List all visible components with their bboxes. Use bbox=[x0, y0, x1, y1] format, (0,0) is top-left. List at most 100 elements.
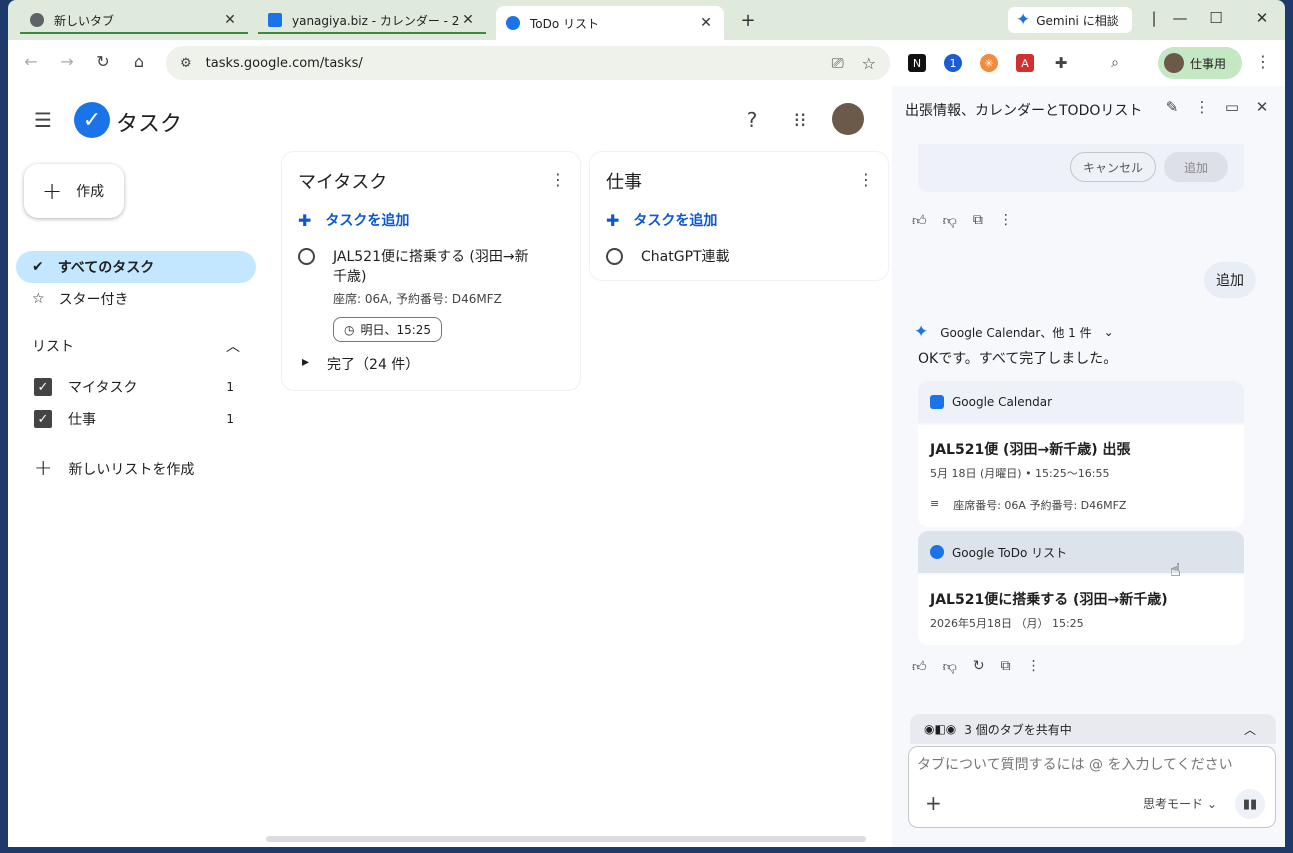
thumbs-up-icon[interactable]: 👍︎ bbox=[912, 658, 927, 675]
window-close-icon[interactable]: ✕ bbox=[1252, 9, 1272, 27]
tasks-logo-icon: ✓ bbox=[74, 102, 110, 138]
back-icon[interactable]: ← bbox=[20, 52, 42, 71]
gemini-button[interactable]: ✦ Gemini に相談 bbox=[1008, 7, 1132, 33]
task-complete-radio[interactable] bbox=[298, 248, 315, 265]
due-date-chip[interactable]: ◷ 明日、15:25 bbox=[333, 317, 443, 342]
task-list-card: マイタスク ⋮ ✚ タスクを追加 JAL521便に搭乗する (羽田→新千歳) 座… bbox=[282, 152, 580, 390]
pdf-icon[interactable]: A bbox=[1016, 54, 1034, 72]
tab-new-tab[interactable]: 新しいタブ ✕ bbox=[20, 8, 248, 34]
tab-search-icon[interactable]: ⌕ bbox=[1106, 54, 1124, 72]
task-list-card: 仕事 ⋮ ✚ タスクを追加 ChatGPT連載 bbox=[590, 152, 888, 280]
add-button[interactable]: 追加 bbox=[1164, 152, 1228, 182]
more-vert-icon[interactable]: ⋮ bbox=[1027, 658, 1041, 675]
star-icon[interactable]: ☆ bbox=[862, 54, 876, 73]
help-icon[interactable]: ? bbox=[740, 108, 764, 132]
voice-icon[interactable]: ▮▮ bbox=[1235, 789, 1265, 819]
horizontal-scrollbar[interactable] bbox=[266, 836, 866, 842]
event-title: JAL521便 (羽田→新千歳) 出張 bbox=[930, 442, 1131, 458]
address-bar[interactable]: ⚙ tasks.google.com/tasks/ ⎚ ☆ bbox=[166, 46, 890, 80]
profile-label: 仕事用 bbox=[1190, 56, 1227, 71]
menu-icon[interactable]: ⋮ bbox=[1252, 52, 1274, 71]
calendar-result-card[interactable]: Google Calendar JAL521便 (羽田→新千歳) 出張 5月 1… bbox=[918, 381, 1244, 527]
prompt-input[interactable] bbox=[917, 757, 1257, 773]
task-item[interactable]: JAL521便に搭乗する (羽田→新千歳) 座席: 06A, 予約番号: D46… bbox=[298, 246, 533, 342]
notion-icon[interactable]: N bbox=[908, 54, 926, 72]
mode-selector[interactable]: 思考モード ⌄ bbox=[1143, 795, 1217, 812]
thumbs-down-icon[interactable]: 👎︎ bbox=[943, 658, 957, 675]
extensions-icon[interactable]: ✚ bbox=[1052, 54, 1070, 72]
chevron-up-icon[interactable]: ︿ bbox=[226, 336, 240, 356]
chevron-up-icon[interactable]: ︿ bbox=[1244, 721, 1256, 738]
install-icon[interactable]: ⎚ bbox=[832, 54, 844, 72]
event-time: 5月 18日 (月曜日) • 15:25～16:55 bbox=[930, 467, 1110, 480]
tab-calendar[interactable]: yanagiya.biz - カレンダー - 2026年 ✕ bbox=[258, 8, 486, 34]
regenerate-icon[interactable]: ↻ bbox=[973, 658, 985, 675]
close-icon[interactable]: ✕ bbox=[1252, 98, 1272, 116]
copy-icon[interactable]: ⧉ bbox=[973, 212, 983, 229]
profile-button[interactable]: 仕事用 bbox=[1158, 47, 1242, 79]
password-manager-icon[interactable]: 1 bbox=[944, 54, 962, 72]
list-name: 仕事 bbox=[68, 412, 96, 428]
add-task-label: タスクを追加 bbox=[325, 213, 410, 229]
apps-grid-icon[interactable]: ⁝⁝ bbox=[788, 108, 812, 132]
nav-starred[interactable]: ☆ スター付き bbox=[16, 283, 256, 315]
source-label: Google Calendar、他 1 件 bbox=[940, 325, 1092, 340]
close-icon[interactable]: ✕ bbox=[460, 12, 476, 28]
close-icon[interactable]: ✕ bbox=[222, 12, 238, 28]
clock-icon: ◷ bbox=[344, 322, 355, 337]
response-text: OKです。すべて完了しました。 bbox=[918, 351, 1118, 367]
checkbox-checked-icon[interactable]: ✓ bbox=[34, 410, 52, 428]
maximize-icon[interactable]: ☐ bbox=[1206, 9, 1226, 27]
task-complete-radio[interactable] bbox=[606, 248, 623, 265]
list-item-my-tasks[interactable]: ✓ マイタスク 1 bbox=[34, 377, 234, 397]
shared-tabs-label: 3 個のタブを共有中 bbox=[964, 722, 1072, 737]
forward-icon[interactable]: → bbox=[56, 52, 78, 71]
tab-title: 新しいタブ bbox=[54, 13, 115, 28]
shared-tabs-row[interactable]: ◉◧◉ 3 個のタブを共有中 ︿ bbox=[910, 714, 1276, 744]
create-button[interactable]: + 作成 bbox=[24, 164, 124, 218]
plus-icon[interactable]: + bbox=[925, 791, 942, 815]
site-info-icon[interactable]: ⚙ bbox=[180, 56, 192, 71]
avatar bbox=[1164, 53, 1184, 73]
card-header: Google ToDo リスト bbox=[952, 545, 1068, 560]
more-vert-icon[interactable]: ⋮ bbox=[550, 170, 566, 189]
star-icon: ☆ bbox=[32, 291, 45, 307]
lists-header[interactable]: リスト ︿ bbox=[32, 336, 240, 356]
more-vert-icon[interactable]: ⋮ bbox=[858, 170, 874, 189]
nav-label: スター付き bbox=[58, 292, 129, 308]
edit-icon[interactable]: ✎ bbox=[1162, 98, 1182, 116]
add-task-button[interactable]: ✚ タスクを追加 bbox=[606, 210, 717, 230]
dock-icon[interactable]: ▭ bbox=[1222, 98, 1242, 116]
feedback-row: 👍︎ 👎︎ ↻ ⧉ ⋮ bbox=[912, 658, 1041, 675]
home-icon[interactable]: ⌂ bbox=[128, 52, 150, 71]
task-title: JAL521便に搭乗する (羽田→新千歳) bbox=[333, 249, 529, 285]
tab-title: yanagiya.biz - カレンダー - 2026年 bbox=[292, 13, 460, 28]
close-icon[interactable]: ✕ bbox=[698, 15, 714, 31]
add-task-button[interactable]: ✚ タスクを追加 bbox=[298, 210, 409, 230]
hamburger-menu-icon[interactable]: ☰ bbox=[34, 108, 52, 132]
thumbs-down-icon[interactable]: 👎︎ bbox=[943, 212, 957, 229]
new-list-button[interactable]: + 新しいリストを作成 bbox=[34, 456, 194, 481]
more-vert-icon[interactable]: ⋮ bbox=[999, 212, 1013, 229]
source-line[interactable]: ✦ Google Calendar、他 1 件 ⌄ bbox=[914, 322, 1114, 342]
task-item[interactable]: ChatGPT連載 bbox=[606, 246, 730, 266]
copy-icon[interactable]: ⧉ bbox=[1001, 658, 1011, 675]
avatar[interactable] bbox=[832, 103, 864, 135]
tab-todo-list[interactable]: ToDo リスト ✕ bbox=[496, 6, 724, 40]
checkbox-checked-icon[interactable]: ✓ bbox=[34, 378, 52, 396]
thumbs-up-icon[interactable]: 👍︎ bbox=[912, 212, 927, 229]
new-tab-icon[interactable]: + bbox=[738, 10, 758, 31]
cancel-button[interactable]: キャンセル bbox=[1070, 152, 1156, 182]
reload-icon[interactable]: ↻ bbox=[92, 52, 114, 71]
minimize-icon[interactable]: — bbox=[1170, 9, 1190, 27]
divider-icon: | bbox=[1151, 9, 1157, 27]
claude-icon[interactable]: ✳ bbox=[980, 54, 998, 72]
chevron-down-icon: ⌄ bbox=[1103, 325, 1114, 339]
nav-all-tasks[interactable]: ✔ すべてのタスク bbox=[16, 251, 256, 283]
todo-result-card[interactable]: Google ToDo リスト JAL521便に搭乗する (羽田→新千歳) 20… bbox=[918, 531, 1244, 645]
more-vert-icon[interactable]: ⋮ bbox=[1192, 98, 1212, 116]
list-count: 1 bbox=[226, 380, 234, 394]
list-item-work[interactable]: ✓ 仕事 1 bbox=[34, 409, 234, 429]
list-count: 1 bbox=[226, 412, 234, 426]
completed-toggle[interactable]: ▸ 完了（24 件） bbox=[302, 354, 419, 374]
